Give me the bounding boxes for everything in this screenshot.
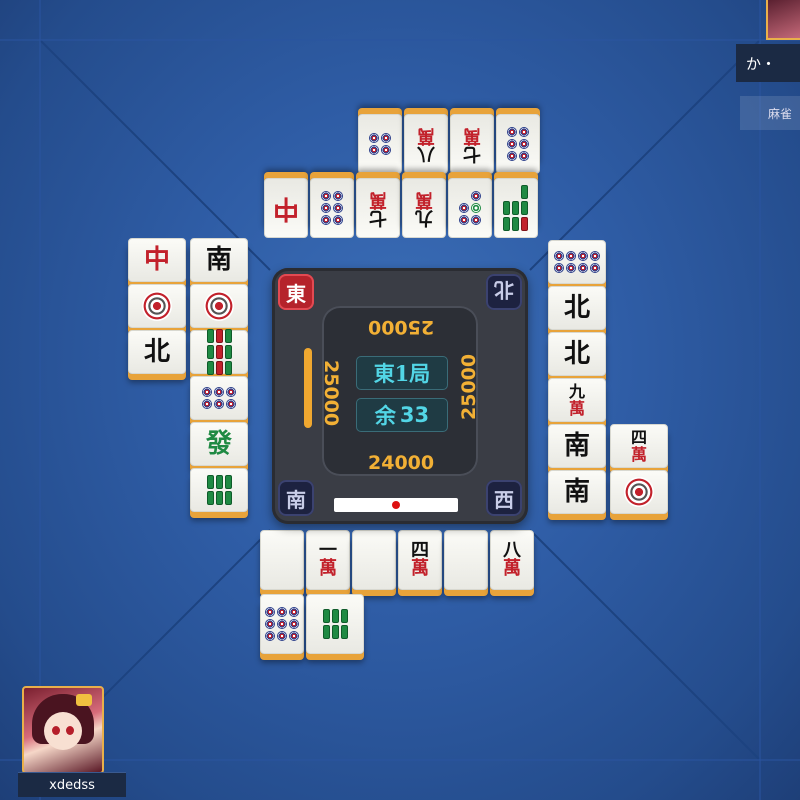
one-pin-icon [142,291,172,321]
tile-top-6p-b [310,178,354,238]
score-right: 25000 [458,353,480,420]
tile-suit: 萬 [411,558,429,579]
tile-right-9m: 九 萬 [548,378,606,422]
remaining-tiles: 余 33 [356,398,448,432]
tile-right-pei-b: 北 [548,332,606,376]
tile-honor: 南 [563,477,590,507]
tile-top-chun: 中 [264,178,308,238]
tile-number: 九 [568,382,585,401]
tile-number: 八 [417,143,435,164]
score-left: 25000 [320,360,342,427]
seat-wind-south: 南 [278,480,314,516]
tile-suit: 萬 [630,445,647,464]
tile-number: 七 [369,207,387,228]
tile-left-chun: 中 [128,238,186,282]
tile-left-6s [190,468,248,512]
tile-honor: 中 [143,245,170,275]
tile-top-8m: 八 萬 [404,114,448,174]
tile-number: 七 [463,143,481,164]
tile-top-5p [448,178,492,238]
tile-right-pei: 北 [548,286,606,330]
tile-honor: 發 [205,429,232,459]
tile-top-9m: 九 萬 [402,178,446,238]
tile-bottom-blank-3 [444,530,488,590]
round-indicator: 東1局 [356,356,448,390]
tile-number: 九 [415,207,433,228]
score-top: 25000 [368,316,435,338]
player-name: xdedss [18,772,126,797]
tile-top-7m: 七 萬 [450,114,494,174]
tile-bottom-8m: 八 萬 [490,530,534,590]
seat-wind-north: 北 [486,274,522,310]
tile-left-1p-b [190,284,248,328]
tile-top-7s [494,178,538,238]
tile-suit: 萬 [415,189,433,210]
tile-left-hatsu: 發 [190,422,248,466]
tile-right-nan: 南 [548,424,606,468]
tile-left-nan: 南 [190,238,248,282]
tile-right-8p [548,240,606,284]
tile-suit: 萬 [568,399,585,418]
opponent-avatar[interactable] [766,0,800,40]
tile-left-6p [190,376,248,420]
tile-bottom-9p [260,594,304,654]
tile-bottom-blank-1 [260,530,304,590]
tile-number: 四 [630,428,647,447]
tile-bottom-6s [306,594,364,654]
remaining-label: 余 [374,404,396,428]
one-pin-icon [624,477,654,507]
tile-honor: 南 [563,431,590,461]
remaining-count: 33 [399,403,430,427]
tile-top-8p [358,114,402,174]
tile-bottom-1m: 一 萬 [306,530,350,590]
opponent-name-plate: か・ [736,44,800,82]
seat-wind-west: 西 [486,480,522,516]
player-avatar[interactable] [22,686,104,774]
score-bottom: 24000 [368,452,435,474]
riichi-stick [334,498,458,512]
round-info-console: 東 北 南 西 25000 25000 25000 24000 東1局 余 33 [272,268,528,524]
tile-honor: 北 [143,337,170,367]
tile-honor: 北 [563,339,590,369]
tile-honor: 北 [563,293,590,323]
tile-left-1p [128,284,186,328]
turn-timer-bar [304,348,312,428]
tile-left-pei: 北 [128,330,186,374]
tile-suit: 萬 [319,558,337,579]
tile-bottom-blank-2 [352,530,396,590]
tile-right-1p [610,470,668,514]
opponent-sub-plate: 麻雀 [740,96,800,130]
seat-wind-east: 東 [278,274,314,310]
tile-suit: 萬 [463,125,481,146]
tile-honor: 中 [273,193,300,223]
one-pin-icon [204,291,234,321]
tile-right-4m: 四 萬 [610,424,668,468]
tile-honor: 南 [205,245,232,275]
tile-suit: 萬 [369,189,387,210]
tile-bottom-4m: 四 萬 [398,530,442,590]
tile-suit: 萬 [417,125,435,146]
tile-suit: 萬 [503,558,521,579]
tile-right-nan-b: 南 [548,470,606,514]
tile-left-9s [190,329,248,375]
tile-top-6p [496,114,540,174]
tile-top-7m-b: 七 萬 [356,178,400,238]
